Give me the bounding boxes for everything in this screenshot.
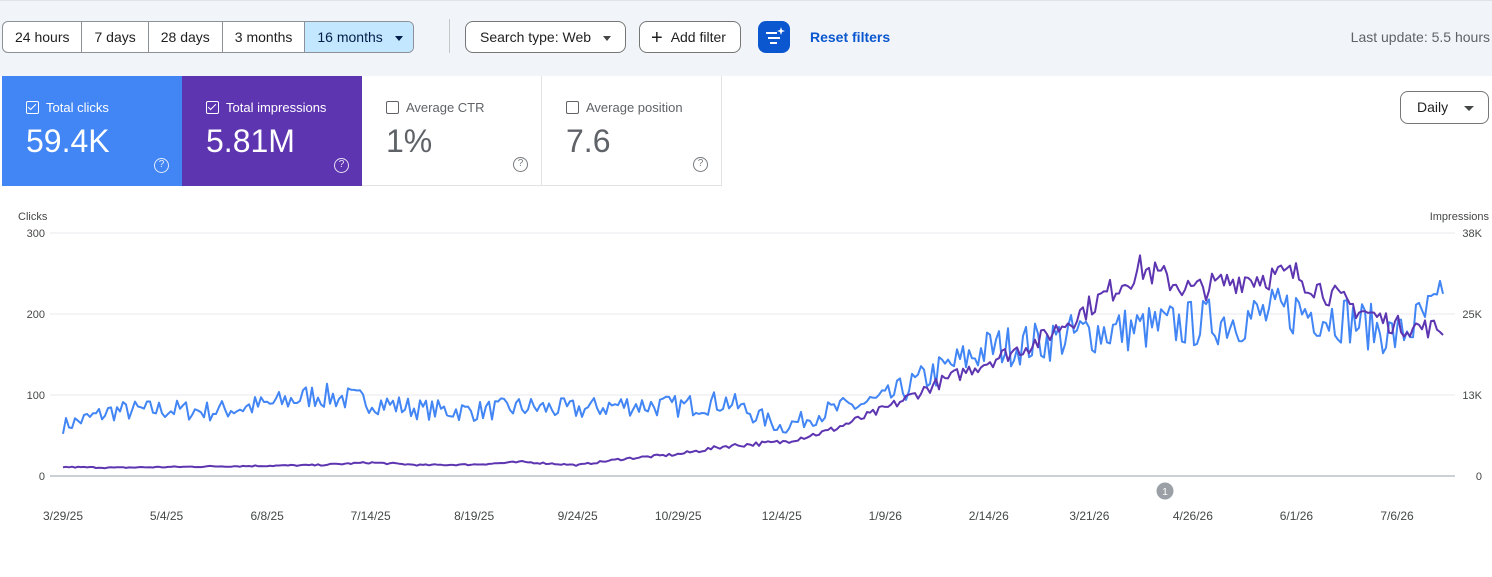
add-filter-label: Add filter: [670, 29, 726, 45]
x-tick-label: 12/4/25: [762, 509, 802, 523]
average-position-label: Average position: [586, 100, 683, 115]
left-tick-label: 100: [27, 390, 45, 402]
x-tick-label: 6/8/25: [250, 509, 284, 523]
total-impressions-value: 5.81M: [206, 123, 295, 159]
chevron-down-icon: [1464, 106, 1474, 111]
x-tick-label: 3/29/25: [43, 509, 83, 523]
average-ctr-label: Average CTR: [406, 100, 485, 115]
x-tick-label: 6/1/26: [1280, 509, 1314, 523]
range-24-hours[interactable]: 24 hours: [3, 22, 83, 52]
card-label: Total clicks: [26, 100, 182, 115]
x-tick-label: 7/14/25: [351, 509, 391, 523]
granularity-dropdown[interactable]: Daily: [1400, 91, 1489, 124]
metric-card-total-impressions[interactable]: Total impressions 5.81M ?: [182, 76, 362, 186]
average-position-value: 7.6: [566, 123, 611, 159]
left-tick-label: 200: [27, 309, 45, 321]
granularity-label: Daily: [1417, 99, 1449, 115]
x-tick-label: 5/4/25: [150, 509, 184, 523]
range-3-months[interactable]: 3 months: [223, 22, 306, 52]
reset-filters-link[interactable]: Reset filters: [810, 29, 890, 45]
metric-card-total-clicks[interactable]: Total clicks 59.4K ?: [2, 76, 182, 186]
chart-x-ticks: 3/29/25 5/4/25 6/8/25 7/14/25 8/19/25 9/24/25…: [43, 509, 1414, 523]
right-tick-label: 13K: [1462, 390, 1482, 402]
filter-settings-button[interactable]: [758, 21, 790, 53]
series-line-clicks: [62, 279, 1444, 434]
total-impressions-label: Total impressions: [226, 100, 327, 115]
card-label: Average position: [566, 100, 721, 115]
average-ctr-value: 1%: [386, 123, 433, 159]
checkbox-checked-icon[interactable]: [206, 101, 219, 114]
chart-annotation[interactable]: 1: [1156, 482, 1174, 500]
x-tick-label: 4/26/26: [1173, 509, 1213, 523]
help-icon[interactable]: ?: [154, 158, 169, 173]
x-tick-label: 7/6/26: [1380, 509, 1414, 523]
right-tick-label: 25K: [1462, 309, 1482, 321]
right-tick-label: 0: [1476, 471, 1482, 483]
left-tick-label: 0: [39, 471, 45, 483]
card-label: Average CTR: [386, 100, 541, 115]
help-icon[interactable]: ?: [693, 157, 708, 172]
last-update-text: Last update: 5.5 hours: [1350, 29, 1490, 45]
chart-series: [62, 254, 1444, 470]
date-range-selector: 24 hours 7 days 28 days 3 months 16 mont…: [2, 21, 414, 53]
x-tick-label: 2/14/26: [969, 509, 1009, 523]
search-type-label: Search type: Web: [480, 29, 592, 45]
help-icon[interactable]: ?: [513, 157, 528, 172]
range-16-months[interactable]: 16 months: [305, 22, 413, 52]
chevron-down-icon: [603, 35, 612, 41]
metric-card-average-ctr[interactable]: Average CTR 1% ?: [362, 76, 542, 186]
search-type-dropdown[interactable]: Search type: Web: [465, 21, 627, 53]
filter-sparkle-icon: [766, 27, 785, 44]
card-label: Total impressions: [206, 100, 362, 115]
toolbar: 24 hours 7 days 28 days 3 months 16 mont…: [0, 0, 1492, 76]
checkbox-checked-icon[interactable]: [26, 101, 39, 114]
x-tick-label: 10/29/25: [655, 509, 702, 523]
x-tick-label: 1/9/26: [869, 509, 903, 523]
checkbox-unchecked-icon[interactable]: [386, 101, 399, 114]
range-16-months-label: 16 months: [317, 29, 383, 45]
annotation-label: 1: [1162, 487, 1168, 498]
left-tick-label: 300: [27, 228, 45, 240]
help-icon[interactable]: ?: [334, 158, 349, 173]
x-tick-label: 9/24/25: [558, 509, 598, 523]
add-filter-button[interactable]: + Add filter: [639, 21, 741, 53]
chevron-down-icon: [394, 35, 403, 41]
right-axis-label: Impressions: [1430, 211, 1490, 223]
plus-icon: +: [651, 27, 663, 49]
x-tick-label: 8/19/25: [454, 509, 494, 523]
divider: [449, 19, 450, 53]
left-axis-label: Clicks: [18, 211, 48, 223]
checkbox-unchecked-icon[interactable]: [566, 101, 579, 114]
right-tick-label: 38K: [1462, 228, 1482, 240]
chart-gridlines: [50, 232, 1455, 477]
performance-chart[interactable]: Clicks Impressions 0 0100 13K200 25K300 38K …: [0, 200, 1492, 530]
metric-card-average-position[interactable]: Average position 7.6 ?: [542, 76, 722, 186]
total-clicks-value: 59.4K: [26, 123, 110, 159]
range-28-days[interactable]: 28 days: [149, 22, 223, 52]
total-clicks-label: Total clicks: [46, 100, 109, 115]
series-line-impressions: [62, 254, 1444, 470]
x-tick-label: 3/21/26: [1069, 509, 1109, 523]
range-7-days[interactable]: 7 days: [82, 22, 149, 52]
